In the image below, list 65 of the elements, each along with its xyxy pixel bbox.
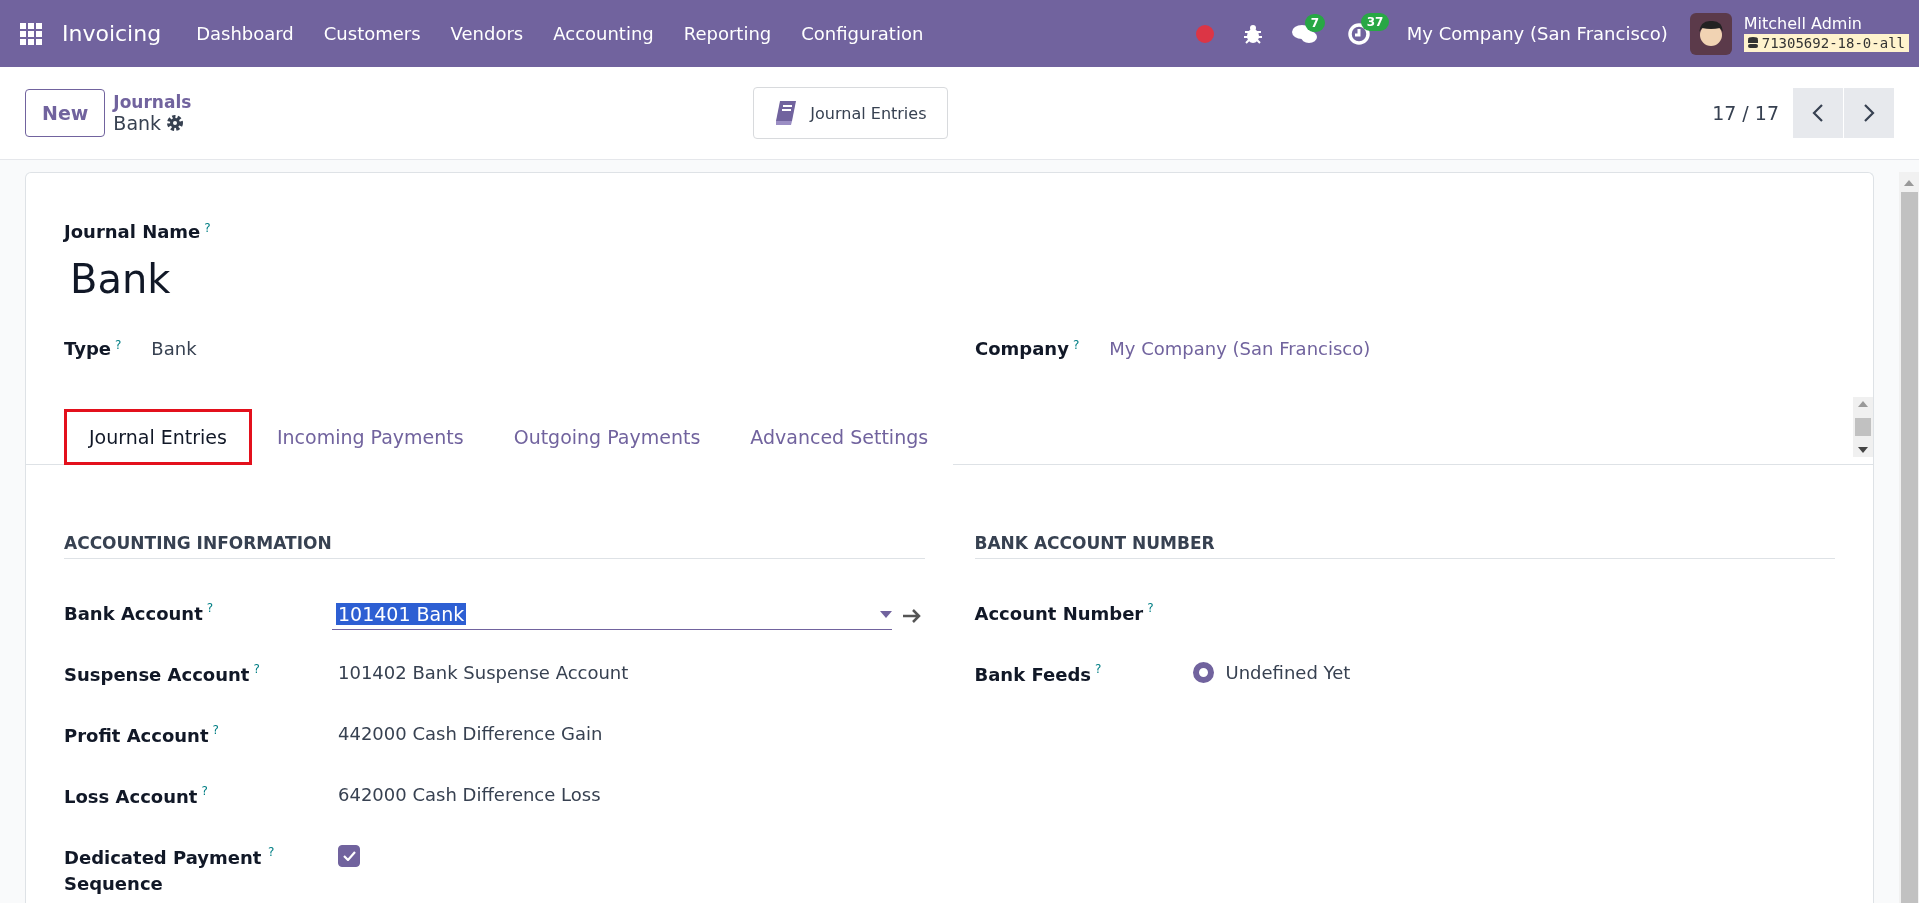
- field-label: Bank Account: [64, 602, 203, 627]
- field-value: 442000 Cash Difference Gain: [337, 723, 604, 745]
- field-value: Bank: [151, 338, 197, 360]
- help-tooltip-mark[interactable]: ?: [114, 338, 122, 353]
- help-tooltip-mark[interactable]: ?: [201, 784, 208, 799]
- menu-item[interactable]: Accounting: [538, 23, 669, 44]
- chevron-right-icon: [1863, 103, 1875, 123]
- scroll-down-icon[interactable]: [1858, 447, 1868, 454]
- radio-button[interactable]: [1192, 662, 1214, 684]
- field-label: Type: [64, 338, 111, 360]
- help-tooltip-mark[interactable]: ?: [204, 221, 211, 235]
- menu-item[interactable]: Dashboard: [181, 23, 309, 44]
- field-label: Account Number: [974, 602, 1144, 627]
- arrow-right-icon[interactable]: [902, 607, 922, 624]
- field-label: Suspense Account: [64, 663, 250, 688]
- company-switcher[interactable]: My Company (San Francisco): [1406, 23, 1668, 44]
- menu-item[interactable]: Customers: [308, 23, 436, 44]
- field-value: 642000 Cash Difference Loss: [337, 784, 602, 806]
- breadcrumb-link[interactable]: Journals: [113, 92, 754, 112]
- help-tooltip-mark[interactable]: ?: [268, 845, 275, 860]
- field-label: Bank Feeds: [974, 663, 1091, 688]
- field-value: 101402 Bank Suspense Account: [337, 662, 630, 684]
- message-count-badge: 7: [1304, 13, 1326, 32]
- help-tooltip-mark[interactable]: ?: [253, 662, 260, 677]
- field-label: Company: [975, 338, 1069, 360]
- database-icon: [1747, 36, 1758, 49]
- caret-icon: [880, 610, 892, 618]
- help-tooltip-mark[interactable]: ?: [212, 723, 219, 738]
- menu-item[interactable]: Configuration: [786, 23, 939, 44]
- chevron-left-icon: [1812, 103, 1824, 123]
- menu-item[interactable]: Vendors: [435, 23, 539, 44]
- checkbox[interactable]: [338, 845, 360, 868]
- new-button[interactable]: New: [25, 89, 106, 137]
- tabs-scrollbar[interactable]: [1853, 397, 1873, 458]
- checkmark-icon: [342, 851, 356, 862]
- page-scrollbar[interactable]: [1899, 172, 1919, 903]
- help-tooltip-mark[interactable]: ?: [206, 601, 214, 616]
- user-name[interactable]: Mitchell Admin: [1743, 15, 1909, 34]
- bug-icon[interactable]: [1242, 23, 1263, 44]
- journal-entries-button[interactable]: Journal Entries: [753, 87, 948, 139]
- journal-name-value[interactable]: Bank: [70, 256, 1835, 303]
- field-label: Profit Account: [64, 724, 209, 749]
- app-grid-icon[interactable]: [20, 22, 42, 45]
- book-icon: [774, 100, 799, 126]
- radio-label: Undefined Yet: [1225, 662, 1351, 684]
- gear-icon[interactable]: [166, 114, 185, 132]
- record-name: Bank: [113, 112, 162, 134]
- record-dot-icon[interactable]: [1194, 23, 1215, 44]
- activity-count-badge: 37: [1360, 12, 1390, 31]
- help-tooltip-mark[interactable]: ?: [1147, 601, 1154, 616]
- field-label: Dedicated Payment Sequence: [64, 846, 263, 896]
- section-title: ACCOUNTING INFORMATION: [64, 533, 925, 560]
- field-label: Journal Name: [64, 221, 201, 243]
- tab[interactable]: Journal Entries: [64, 409, 252, 466]
- pager-value[interactable]: 17 / 17: [1712, 102, 1779, 124]
- section-title: BANK ACCOUNT NUMBER: [974, 533, 1835, 560]
- app-name[interactable]: Invoicing: [62, 21, 162, 46]
- avatar-drawing[interactable]: [1689, 12, 1732, 55]
- bank-account-select[interactable]: 101401 Bank: [332, 601, 892, 631]
- menu-item[interactable]: Reporting: [668, 23, 787, 44]
- company-link[interactable]: My Company (San Francisco): [1109, 338, 1371, 360]
- database-tag: 71305692-18-0-all: [1743, 33, 1909, 52]
- field-label: Loss Account: [64, 785, 198, 810]
- help-tooltip-mark[interactable]: ?: [1072, 338, 1080, 353]
- help-tooltip-mark[interactable]: ?: [1095, 662, 1102, 677]
